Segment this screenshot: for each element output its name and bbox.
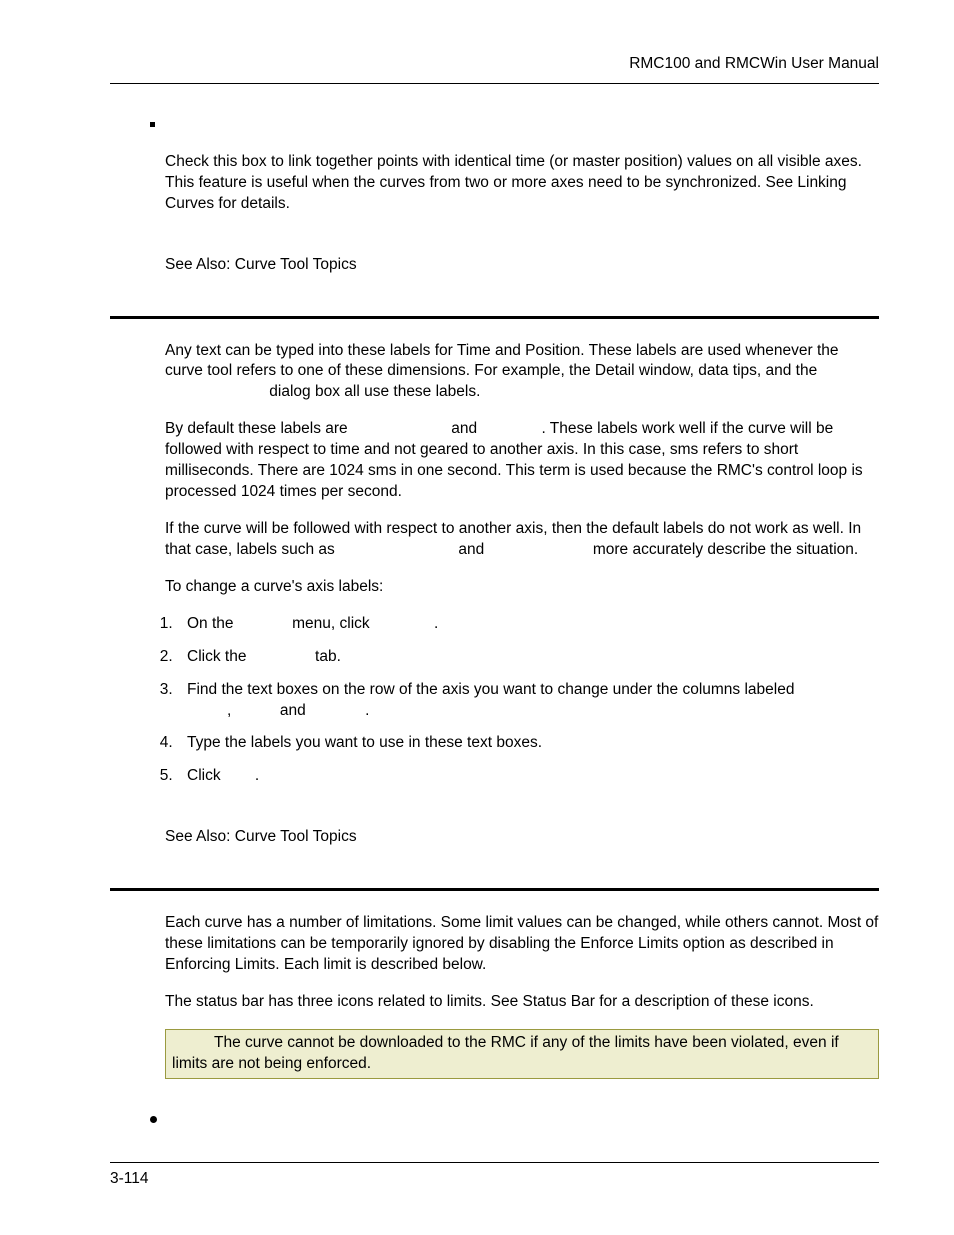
step-item: On the menu, click . bbox=[177, 614, 879, 635]
section-link-points: Check this box to link together points w… bbox=[110, 122, 879, 276]
change-labels-intro: To change a curve's axis labels: bbox=[165, 577, 879, 598]
text-fragment: tab. bbox=[311, 648, 341, 665]
round-bullet-icon bbox=[150, 1116, 157, 1123]
status-bar-paragraph: The status bar has three icons related t… bbox=[165, 992, 879, 1013]
see-also-line: See Also: Curve Tool Topics bbox=[165, 827, 879, 848]
header-title: RMC100 and RMCWin User Manual bbox=[629, 55, 879, 72]
square-bullet-icon bbox=[150, 122, 155, 127]
page-footer: 3-114 bbox=[110, 1162, 879, 1190]
text-fragment: Click bbox=[187, 767, 225, 784]
text-fragment: , bbox=[227, 702, 236, 719]
labels-intro-paragraph: Any text can be typed into these labels … bbox=[165, 341, 879, 404]
step-item: Click the tab. bbox=[177, 647, 879, 668]
text-fragment: . bbox=[434, 615, 438, 632]
text-fragment: Any text can be typed into these labels … bbox=[165, 342, 839, 380]
step-item: Type the labels you want to use in these… bbox=[177, 733, 879, 754]
page-header: RMC100 and RMCWin User Manual bbox=[110, 54, 879, 84]
text-fragment: and bbox=[447, 420, 481, 437]
text-fragment: . bbox=[365, 702, 369, 719]
alt-labels-paragraph: If the curve will be followed with respe… bbox=[165, 519, 879, 561]
section-limits: Each curve has a number of limitations. … bbox=[110, 913, 879, 1129]
step-item: Click . bbox=[177, 766, 879, 787]
step-item: Find the text boxes on the row of the ax… bbox=[177, 680, 879, 722]
text-fragment: dialog box all use these labels. bbox=[265, 383, 480, 400]
text-fragment: On the bbox=[187, 615, 238, 632]
text-fragment: menu, click bbox=[288, 615, 374, 632]
note-text: The curve cannot be downloaded to the RM… bbox=[172, 1034, 839, 1072]
section-divider bbox=[110, 888, 879, 891]
text-fragment: and bbox=[454, 541, 488, 558]
text-fragment: more accurately describe the situation. bbox=[589, 541, 859, 558]
note-box: The curve cannot be downloaded to the RM… bbox=[165, 1029, 879, 1079]
section-divider bbox=[110, 316, 879, 319]
see-also-line: See Also: Curve Tool Topics bbox=[165, 255, 879, 276]
steps-list: On the menu, click . Click the tab. Find… bbox=[110, 614, 879, 788]
page-number: 3-114 bbox=[110, 1170, 149, 1187]
text-fragment: . bbox=[255, 767, 259, 784]
section-axis-labels: Any text can be typed into these labels … bbox=[110, 341, 879, 849]
default-labels-paragraph: By default these labels are and . These … bbox=[165, 419, 879, 503]
text-fragment: and bbox=[276, 702, 310, 719]
text-fragment: Find the text boxes on the row of the ax… bbox=[187, 681, 794, 698]
text-fragment: By default these labels are bbox=[165, 420, 352, 437]
text-fragment: Click the bbox=[187, 648, 251, 665]
limits-intro-paragraph: Each curve has a number of limitations. … bbox=[165, 913, 879, 976]
link-points-paragraph: Check this box to link together points w… bbox=[165, 152, 879, 215]
